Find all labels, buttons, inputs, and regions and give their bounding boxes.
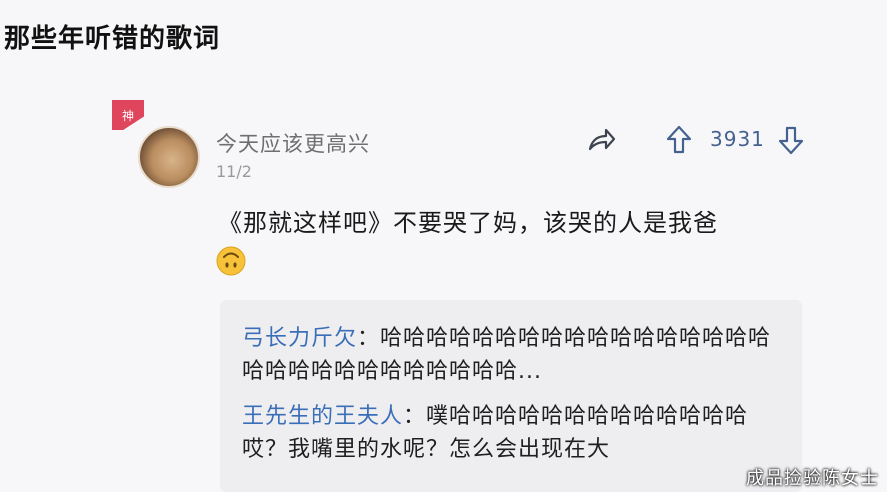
downvote-arrow-icon [778,126,804,155]
share-button[interactable] [586,126,618,154]
downvote-button[interactable] [776,124,806,156]
reply-separator: ： [403,404,427,429]
avatar[interactable] [138,126,200,188]
upside-down-face-emoji [216,246,246,276]
username[interactable]: 今天应该更高兴 [216,128,370,158]
watermark: 成品捡验陈女士 [746,468,879,489]
reply-item[interactable]: 弓长力斤欠：哈哈哈哈哈哈哈哈哈哈哈哈哈哈哈哈哈哈哈哈哈哈哈哈哈哈哈哈哈... [242,322,782,388]
upvote-arrow-icon [666,125,692,154]
vote-count: 3931 [710,127,765,151]
reply-item[interactable]: 王先生的王夫人：噗哈哈哈哈哈哈哈哈哈哈哈哈哈 哎？我嘴里的水呢？怎么会出现在大 [242,400,782,466]
reply-separator: ： [357,326,381,351]
upvote-button[interactable] [664,124,694,156]
post-date: 11/2 [216,162,252,181]
reply-author[interactable]: 王先生的王夫人 [242,404,403,429]
share-icon [588,128,616,151]
hot-comment-badge: 神 [112,100,144,130]
replies-panel[interactable]: 弓长力斤欠：哈哈哈哈哈哈哈哈哈哈哈哈哈哈哈哈哈哈哈哈哈哈哈哈哈哈哈哈哈... 王… [220,300,802,492]
reply-author[interactable]: 弓长力斤欠 [242,326,357,351]
page-title: 那些年听错的歌词 [4,24,221,54]
comment-text: 《那就这样吧》不要哭了妈，该哭的人是我爸 [218,209,718,237]
